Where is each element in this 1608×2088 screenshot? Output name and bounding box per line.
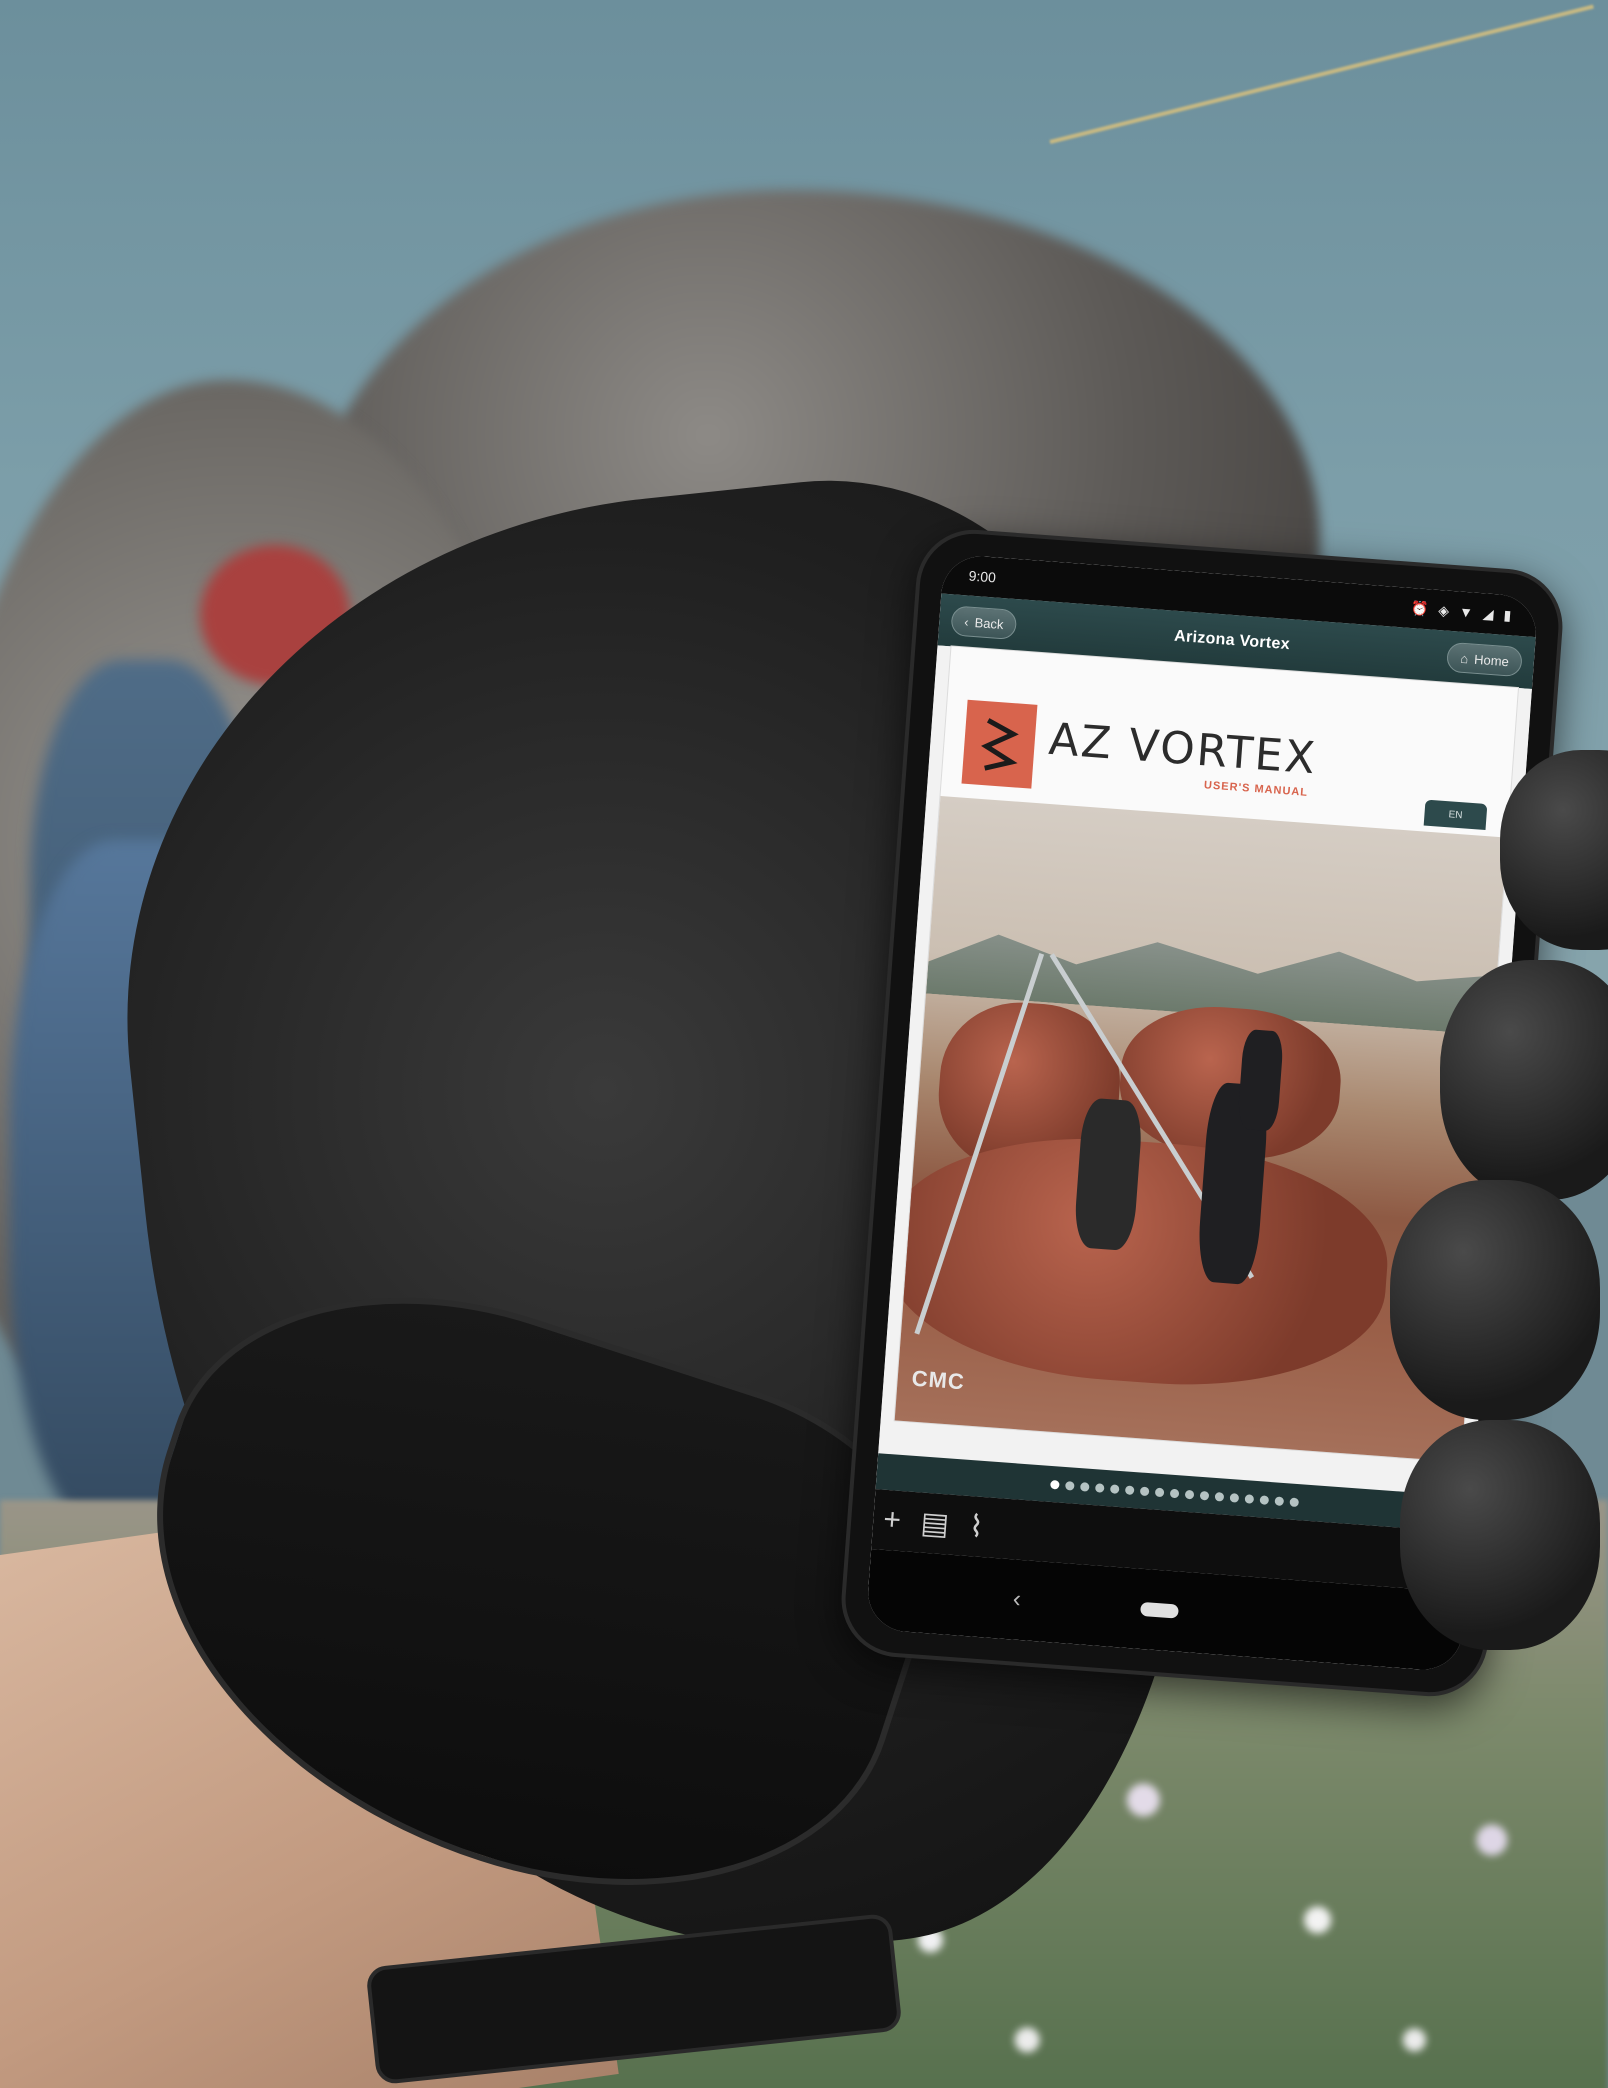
- page-dot[interactable]: [1244, 1493, 1254, 1504]
- language-tab[interactable]: EN: [1423, 799, 1488, 831]
- page-dot[interactable]: [1124, 1484, 1135, 1495]
- page-dot[interactable]: [1109, 1483, 1120, 1494]
- glove-finger: [1440, 960, 1608, 1200]
- tripod-logo-icon: [981, 718, 1019, 771]
- add-icon[interactable]: +: [882, 1503, 902, 1538]
- page-dot[interactable]: [1214, 1491, 1224, 1502]
- home-label: Home: [1473, 651, 1510, 669]
- back-label: Back: [974, 614, 1005, 632]
- page-dot[interactable]: [1094, 1482, 1105, 1493]
- chevron-left-icon: ‹: [963, 613, 970, 630]
- notes-icon[interactable]: ▤: [920, 1505, 951, 1542]
- attachment-icon[interactable]: ⌇: [968, 1509, 985, 1545]
- page-dot[interactable]: [1064, 1480, 1075, 1491]
- az-vortex-logo: [961, 699, 1038, 789]
- app-title: Arizona Vortex: [1173, 627, 1291, 654]
- status-icons: ⏰ ◈ ▼ ◢ ▮: [1410, 599, 1512, 623]
- nav-back-icon[interactable]: ‹: [1012, 1585, 1022, 1614]
- page-dot[interactable]: [1184, 1489, 1194, 1499]
- wifi-icon: ▼: [1458, 603, 1474, 620]
- vibrate-icon: ◈: [1437, 601, 1450, 619]
- page-dot[interactable]: [1079, 1481, 1090, 1492]
- page-dot[interactable]: [1049, 1479, 1060, 1490]
- home-button[interactable]: ⌂ Home: [1446, 641, 1523, 678]
- nav-spacer: [1298, 1620, 1318, 1621]
- alarm-icon: ⏰: [1410, 599, 1429, 617]
- battery-icon: ▮: [1503, 606, 1512, 623]
- back-button[interactable]: ‹ Back: [950, 605, 1018, 641]
- page-dot[interactable]: [1259, 1494, 1269, 1505]
- page-dot[interactable]: [1273, 1495, 1284, 1506]
- page-dot[interactable]: [1229, 1492, 1239, 1503]
- glove-finger: [1390, 1180, 1600, 1420]
- home-icon: ⌂: [1459, 650, 1469, 666]
- glove-finger: [1400, 1420, 1600, 1650]
- toolbar-spacer: [1004, 1529, 1410, 1559]
- page-dot[interactable]: [1288, 1496, 1299, 1507]
- page-dot[interactable]: [1154, 1487, 1164, 1497]
- nav-home-pill[interactable]: [1140, 1601, 1179, 1619]
- logo-text: AZ VORTEX: [1047, 713, 1319, 785]
- page-dot[interactable]: [1199, 1490, 1209, 1500]
- page-dot[interactable]: [1169, 1488, 1179, 1498]
- page-dot[interactable]: [1139, 1485, 1149, 1496]
- status-time: 9:00: [968, 567, 997, 586]
- signal-icon: ◢: [1482, 604, 1495, 622]
- publisher-mark: CMC: [910, 1365, 966, 1395]
